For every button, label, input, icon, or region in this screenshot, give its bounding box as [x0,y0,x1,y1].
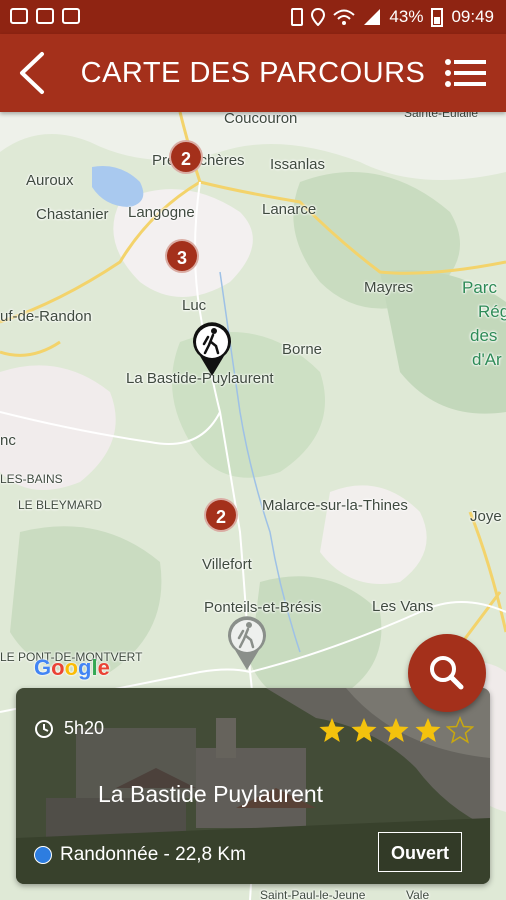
hiker-pin-icon[interactable] [226,616,268,672]
search-icon [430,656,464,690]
app-bar: CARTE DES PARCOURS [0,34,506,112]
back-button[interactable] [12,50,56,96]
star-filled-icon [415,718,441,742]
place-label: Coucouron [224,112,298,127]
route-title: La Bastide Puylaurent [98,781,324,807]
place-label: Lanarce [262,201,317,218]
place-label: Saint-Paul-le-Jeune [260,888,366,900]
menu-button[interactable] [444,56,488,90]
hiker-pin-icon[interactable] [191,322,233,378]
star-filled-icon [319,718,345,742]
chevron-left-icon [20,52,44,94]
place-label: Villefort [202,556,252,573]
place-label: Luc [182,297,207,314]
place-label: Sainte-Eulalie [404,112,479,120]
place-label: Issanlas [270,156,326,173]
place-label: Langogne [128,204,195,221]
place-label: Joye [470,508,502,525]
status-bar: 43% 09:49 [0,0,506,34]
open-button[interactable]: Ouvert [378,832,462,872]
place-label: Malarce-sur-la-Thines [262,497,408,514]
google-logo: Google [34,655,110,680]
hamburger-icon [445,59,486,87]
rating [318,716,474,744]
place-label: Mayres [364,279,414,296]
search-button[interactable] [408,634,486,712]
battery-icon [431,8,444,27]
route-card[interactable]: 5h20 La Bastide Puylaurent Randonnée - 2… [16,688,490,884]
star-filled-icon [351,718,377,742]
battery-saver-icon [291,8,304,26]
activity-dot-icon [34,846,52,864]
place-label: d'Ar [472,350,502,369]
bag-icon [36,8,54,24]
clock: 09:49 [451,7,494,26]
place-label: LES-BAINS [0,472,63,486]
place-label: Régi [478,302,506,321]
cluster-marker[interactable]: 3 [165,239,199,273]
place-label: Chastanier [36,206,109,223]
place-label: Les Vans [372,598,434,615]
signal-icon [364,9,381,25]
cluster-marker[interactable]: 2 [169,140,203,174]
place-label: Parc [462,278,497,297]
place-label: des [470,326,498,345]
place-label: Borne [282,341,323,358]
activity-label: Randonnée - 22,8 Km [60,844,246,865]
duration: 5h20 [34,718,104,739]
star-filled-icon [383,718,409,742]
wifi-icon [333,9,356,25]
page-title: CARTE DES PARCOURS [80,57,426,89]
image-icon [10,8,28,24]
duration-value: 5h20 [64,718,105,738]
place-label: uf-de-Randon [0,308,92,325]
cluster-marker[interactable]: 2 [204,498,238,532]
place-label: Ponteils-et-Brésis [204,599,322,616]
clock-icon [35,719,53,738]
place-label: Auroux [26,172,74,189]
place-label: Vale [406,888,430,900]
place-label: LE BLEYMARD [18,498,103,512]
activity-info: Randonnée - 22,8 Km [34,844,246,866]
star-empty-icon [446,716,474,744]
location-icon [311,8,326,26]
battery-level: 43% [389,7,424,26]
place-label: nc [0,432,16,449]
app-icon [62,8,80,24]
